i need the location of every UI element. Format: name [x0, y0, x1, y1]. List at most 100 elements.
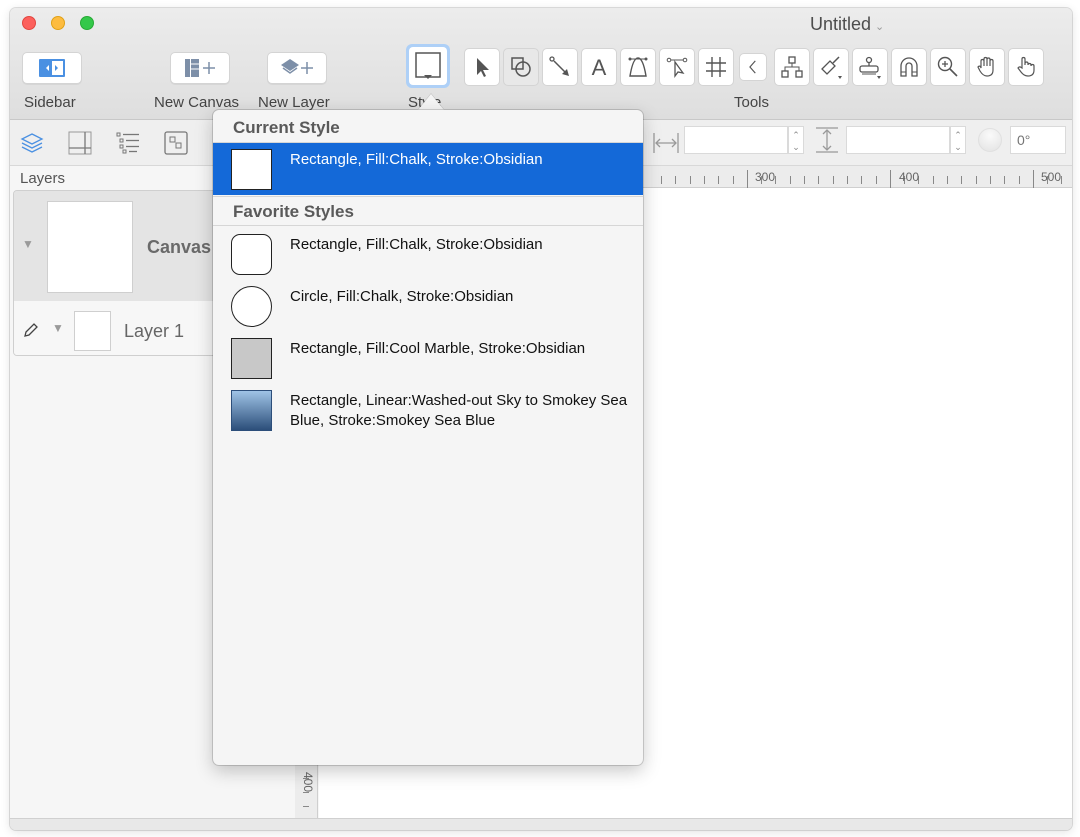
- ruler-tick: [846, 176, 848, 184]
- layers-list: ▼ Canvas ▼ Layer 1: [13, 190, 243, 356]
- rotation-field[interactable]: [1010, 126, 1066, 154]
- disclosure-triangle-icon[interactable]: ▼: [52, 321, 64, 335]
- text-tool-button[interactable]: A: [581, 48, 617, 86]
- ruler-tick: [1061, 176, 1063, 184]
- popover-arrow: [418, 94, 444, 110]
- style-label: Rectangle, Fill:Chalk, Stroke:Obsidian: [290, 151, 543, 168]
- ruler-tick: [975, 176, 977, 184]
- ruler-tick: [804, 176, 805, 184]
- line-arrow-icon: [549, 56, 569, 76]
- rotation-dial[interactable]: [978, 128, 1002, 152]
- pointing-hand-icon: [1017, 56, 1035, 77]
- sidebar-toggle-button[interactable]: [22, 52, 82, 84]
- ruler-tick: [732, 176, 734, 184]
- toolbar: Untitled ⌄ Sidebar New Canvas New Layer …: [10, 8, 1072, 120]
- svg-text:A: A: [592, 55, 607, 80]
- style-brush-tool-button[interactable]: [813, 48, 849, 86]
- ruler-tick: [932, 176, 934, 184]
- point-editor-icon: [666, 57, 688, 78]
- favorite-style-item[interactable]: Rectangle, Linear:Washed-out Sky to Smok…: [213, 384, 643, 444]
- pen-tool-button[interactable]: [620, 48, 656, 86]
- new-layer-button[interactable]: [267, 52, 327, 84]
- sidebar-label: Sidebar: [24, 94, 76, 111]
- style-label: Rectangle, Fill:Chalk, Stroke:Obsidian: [290, 236, 543, 253]
- point-editor-tool-button[interactable]: [659, 48, 695, 86]
- magnet-icon: [900, 57, 918, 77]
- chevron-left-icon: [749, 60, 756, 74]
- ruler-tick: [1018, 176, 1020, 184]
- new-canvas-label: New Canvas: [154, 94, 240, 111]
- ruler-tick: [989, 176, 991, 184]
- selection-tool-button[interactable]: [464, 48, 500, 86]
- collapse-tools-button[interactable]: [739, 53, 767, 81]
- shape-tool-button[interactable]: [503, 48, 539, 86]
- hash-grid-icon: [706, 57, 726, 77]
- ruler-label: 400: [301, 772, 315, 793]
- ruler-tick: [1032, 170, 1034, 188]
- ruler-tick: [861, 176, 863, 184]
- new-layer-icon: [281, 59, 313, 74]
- favorite-style-item[interactable]: Rectangle, Fill:Cool Marble, Stroke:Obsi…: [213, 332, 643, 384]
- new-canvas-icon: [185, 59, 215, 77]
- ruler-tick: [961, 176, 963, 184]
- line-tool-button[interactable]: [542, 48, 578, 86]
- close-window-button[interactable]: [22, 16, 36, 30]
- disclosure-triangle-icon[interactable]: ▼: [22, 237, 34, 251]
- height-icon: [816, 127, 838, 153]
- magnet-tool-button[interactable]: [891, 48, 927, 86]
- group-view-icon[interactable]: [163, 130, 189, 156]
- style-label: Rectangle, Fill:Cool Marble, Stroke:Obsi…: [290, 340, 586, 357]
- canvas-grid-icon[interactable]: [67, 130, 93, 156]
- hand-icon: [977, 56, 994, 77]
- layers-view-icon[interactable]: [19, 130, 45, 156]
- ruler-tick: [675, 176, 677, 184]
- stamp-icon: [859, 56, 881, 79]
- favorite-style-item[interactable]: Rectangle, Fill:Chalk, Stroke:Obsidian: [213, 228, 643, 280]
- ruler-tick: [661, 176, 662, 184]
- layer-name: Layer 1: [124, 321, 185, 341]
- ruler-label: 300: [755, 170, 776, 184]
- ruler-tick: [889, 170, 891, 188]
- style-label: Rectangle, Linear:Washed-out Sky to Smok…: [290, 392, 628, 429]
- canvas-thumbnail: [47, 201, 133, 293]
- canvas-name: Canvas: [147, 237, 212, 257]
- new-canvas-button[interactable]: [170, 52, 230, 84]
- shapes-icon: [511, 57, 531, 77]
- canvas-row[interactable]: ▼ Canvas: [14, 191, 242, 301]
- height-stepper[interactable]: ⌃ ⌄: [950, 126, 966, 154]
- circle-swatch-icon: [231, 286, 272, 327]
- favorite-style-item[interactable]: Circle, Fill:Chalk, Stroke:Obsidian: [213, 280, 643, 332]
- current-style-item[interactable]: Rectangle, Fill:Chalk, Stroke:Obsidian: [213, 143, 643, 195]
- ruler-tick: [703, 176, 705, 184]
- ruler-tick: [746, 170, 748, 188]
- outline-view-icon[interactable]: [115, 130, 141, 156]
- width-stepper[interactable]: ⌃ ⌄: [788, 126, 804, 154]
- hierarchy-icon: [781, 56, 803, 78]
- current-style-heading: Current Style: [213, 113, 643, 143]
- browse-tool-button[interactable]: [1008, 48, 1044, 86]
- new-layer-label: New Layer: [258, 94, 330, 111]
- minimize-window-button[interactable]: [51, 16, 65, 30]
- table-tool-button[interactable]: [698, 48, 734, 86]
- width-field[interactable]: [684, 126, 788, 154]
- window-title[interactable]: Untitled ⌄: [810, 14, 884, 35]
- style-popover: Current Style Rectangle, Fill:Chalk, Str…: [213, 110, 643, 765]
- width-icon: [653, 133, 679, 153]
- sidebar-icon: [39, 59, 65, 77]
- zoom-tool-button[interactable]: [930, 48, 966, 86]
- ruler-tick: [1004, 176, 1006, 184]
- rubber-stamp-tool-button[interactable]: [852, 48, 888, 86]
- zoom-in-icon: [937, 56, 958, 77]
- height-field[interactable]: [846, 126, 950, 154]
- ruler-tick: [718, 176, 720, 184]
- zoom-window-button[interactable]: [80, 16, 94, 30]
- gradient-rectangle-swatch-icon: [231, 390, 272, 431]
- rectangle-swatch-icon: [231, 149, 272, 190]
- layer-row[interactable]: ▼ Layer 1: [14, 301, 242, 355]
- ruler-label: 500: [1041, 170, 1062, 184]
- favorite-styles-heading: Favorite Styles: [213, 196, 643, 226]
- diagram-tool-button[interactable]: [774, 48, 810, 86]
- ruler-tick: [947, 176, 948, 184]
- hand-tool-button[interactable]: [969, 48, 1005, 86]
- style-button[interactable]: [406, 44, 450, 88]
